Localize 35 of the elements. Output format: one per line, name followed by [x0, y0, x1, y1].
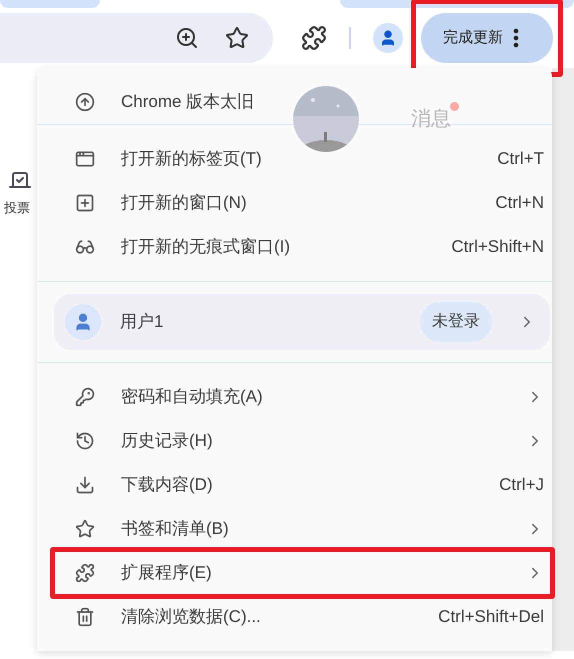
trash-icon	[75, 607, 95, 627]
tab-icon	[75, 149, 95, 169]
vote-label: 投票	[4, 199, 31, 217]
puzzle-icon[interactable]	[301, 25, 327, 51]
shortcut-label: Ctrl+Shift+Del	[438, 606, 544, 628]
menu-item[interactable]: 扩展程序(E)	[37, 551, 552, 595]
status-chip: 未登录	[420, 302, 492, 342]
new-window-icon	[75, 193, 95, 213]
menu-item[interactable]: 打开新的标签页(T) Ctrl+T	[37, 137, 552, 181]
puzzle-icon	[75, 563, 95, 583]
star-icon	[75, 519, 95, 539]
key-icon	[75, 387, 95, 407]
download-icon	[75, 475, 95, 495]
menu-item[interactable]: 书签和清单(B)	[37, 507, 552, 551]
menu-item[interactable]: Chrome 版本太旧	[37, 80, 262, 124]
menu-item[interactable]: 打开新的窗口(N) Ctrl+N	[37, 181, 552, 225]
shortcut-label: Ctrl+Shift+N	[451, 236, 544, 258]
update-icon	[75, 92, 95, 112]
person-icon	[379, 29, 397, 47]
profile-avatar[interactable]	[373, 23, 403, 53]
shortcut-label: Ctrl+J	[499, 474, 544, 496]
update-button[interactable]: 完成更新	[421, 13, 553, 63]
menu-item[interactable]: 历史记录(H)	[37, 419, 552, 463]
menu-item[interactable]: 下载内容(D) Ctrl+J	[37, 463, 552, 507]
profile-row[interactable]: 用户1 未登录	[54, 294, 550, 350]
shortcut-label: Ctrl+N	[495, 192, 544, 214]
history-icon	[75, 431, 95, 451]
menu-item[interactable]: 打开新的无痕式窗口(I) Ctrl+Shift+N	[37, 225, 552, 269]
star-icon[interactable]	[225, 26, 249, 50]
messages-label: 消息	[411, 108, 451, 130]
more-icon	[513, 28, 519, 48]
menu-item[interactable]: 密码和自动填充(A)	[37, 375, 552, 419]
zoom-icon[interactable]	[175, 26, 199, 50]
menu-item[interactable]: 清除浏览数据(C)... Ctrl+Shift+Del	[37, 595, 552, 639]
shortcut-label: Ctrl+T	[497, 148, 544, 170]
